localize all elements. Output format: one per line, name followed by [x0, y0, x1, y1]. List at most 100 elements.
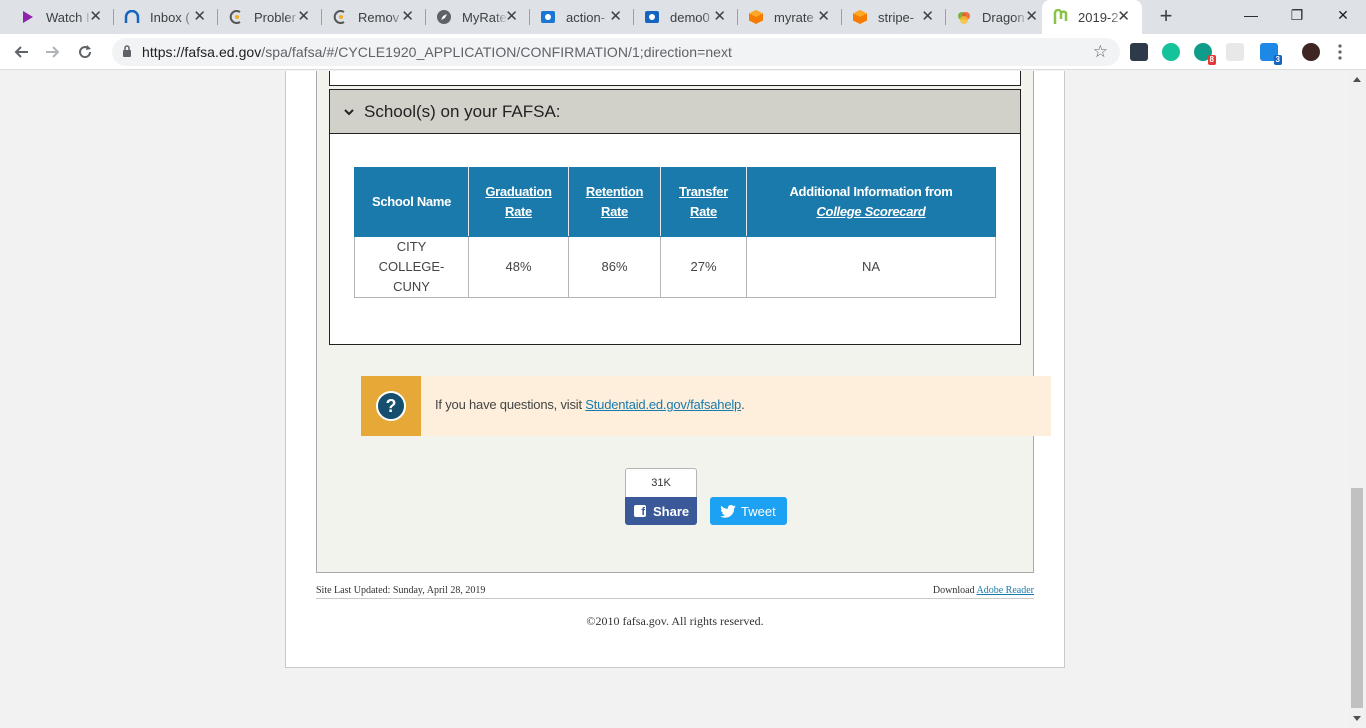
tweet-button[interactable]: Tweet — [710, 497, 787, 525]
close-window-button[interactable]: ✕ — [1320, 0, 1366, 30]
restore-button[interactable]: ❐ — [1274, 0, 1320, 30]
tab-title: action- — [566, 9, 612, 25]
tab-title: myrate — [774, 9, 820, 25]
extension-u-icon[interactable] — [1130, 43, 1148, 61]
box-icon — [852, 9, 868, 25]
tab-title: Inbox ( — [150, 9, 196, 25]
extension-badge: 8 — [1207, 55, 1216, 65]
facebook-icon: f — [634, 505, 646, 517]
close-icon[interactable]: ✕ — [609, 9, 622, 25]
bookmark-star-icon[interactable]: ☆ — [1093, 43, 1108, 61]
close-icon[interactable]: ✕ — [505, 9, 518, 25]
college-scorecard-link[interactable]: College Scorecard — [816, 204, 925, 219]
reload-button[interactable] — [74, 41, 96, 63]
tweet-label: Tweet — [741, 503, 776, 519]
retention-rate-link[interactable]: Retention Rate — [585, 182, 645, 222]
browser-tab[interactable]: Remov ✕ — [322, 0, 426, 34]
col-graduation-rate: Graduation Rate — [468, 167, 569, 237]
close-icon[interactable]: ✕ — [401, 9, 414, 25]
forward-button[interactable] — [42, 41, 64, 63]
download-prefix: Download — [932, 585, 977, 596]
question-icon: ? — [376, 391, 406, 421]
fafsahelp-link[interactable]: Studentaid.ed.gov/fafsahelp — [585, 397, 741, 412]
close-icon[interactable]: ✕ — [921, 9, 934, 25]
close-icon[interactable]: ✕ — [713, 9, 726, 25]
extension-blank-icon[interactable] — [1226, 43, 1244, 61]
graduation-rate-cell: 48% — [468, 236, 569, 298]
scroll-up-arrow-icon[interactable] — [1353, 77, 1361, 82]
grammarly-icon[interactable] — [1162, 43, 1180, 61]
schools-section-header[interactable]: School(s) on your FAFSA: — [329, 89, 1021, 134]
browser-tab[interactable]: MyRate ✕ — [426, 0, 530, 34]
tab-title: demo0 — [670, 9, 716, 25]
chevron-down-icon — [344, 108, 354, 115]
previous-section — [329, 71, 1021, 86]
browser-tab[interactable]: myrate ✕ — [738, 0, 842, 34]
schools-section-body: School Name Graduation Rate Retention Ra… — [329, 134, 1021, 345]
problem-icon — [228, 9, 244, 25]
url-text: https://fafsa.ed.gov/spa/fafsa/#/CYCLE19… — [142, 44, 732, 60]
tab-title: Dragon — [982, 9, 1028, 25]
additional-info-label: Additional Information from — [789, 184, 953, 199]
browser-tab[interactable]: Probler ✕ — [218, 0, 322, 34]
close-icon[interactable]: ✕ — [193, 9, 206, 25]
compass-icon — [436, 9, 452, 25]
page-scrollbar[interactable] — [1349, 71, 1366, 728]
minimize-button[interactable]: — — [1228, 0, 1274, 30]
extension-a-icon[interactable]: 8 — [1194, 43, 1216, 65]
site-last-updated: Site Last Updated: Sunday, April 28, 201… — [316, 585, 486, 596]
tab-title: Watch I — [46, 9, 92, 25]
scrollbar-thumb[interactable] — [1351, 488, 1363, 708]
menu-kebab-icon[interactable] — [1338, 43, 1342, 61]
profile-avatar[interactable] — [1302, 43, 1320, 61]
dragon-icon — [956, 9, 972, 25]
browser-tab[interactable]: Dragon ✕ — [946, 0, 1050, 34]
browser-tab[interactable]: demo0 ✕ — [634, 0, 738, 34]
lock-icon — [123, 45, 131, 57]
content-panel: School(s) on your FAFSA: School Name Gra… — [316, 71, 1051, 573]
close-icon[interactable]: ✕ — [297, 9, 310, 25]
browser-tab[interactable]: Watch I ✕ — [10, 0, 114, 34]
browser-tab[interactable]: Inbox ( ✕ — [114, 0, 218, 34]
tab-title: Probler — [254, 9, 300, 25]
browser-tab[interactable]: action- ✕ — [530, 0, 634, 34]
twitter-icon — [720, 504, 736, 518]
close-icon[interactable]: ✕ — [1117, 9, 1130, 25]
arrow-right-icon — [46, 46, 60, 58]
schools-table: School Name Graduation Rate Retention Ra… — [354, 167, 996, 298]
extension-badge: 3 — [1273, 55, 1282, 65]
close-icon[interactable]: ✕ — [817, 9, 830, 25]
extension-s-icon[interactable]: 3 — [1260, 43, 1282, 65]
play-icon — [20, 9, 36, 25]
close-icon[interactable]: ✕ — [89, 9, 102, 25]
adobe-reader-link[interactable]: Adobe Reader — [977, 585, 1034, 596]
back-button[interactable] — [10, 41, 32, 63]
share-label: Share — [653, 503, 690, 519]
help-icon-box: ? — [361, 376, 421, 436]
browser-tab-active[interactable]: 2019-2 ✕ — [1042, 0, 1142, 34]
download-adobe: Download Adobe Reader — [933, 585, 1034, 596]
close-icon[interactable]: ✕ — [1025, 9, 1038, 25]
section-title: School(s) on your FAFSA: — [364, 101, 561, 121]
footer-divider — [316, 598, 1034, 599]
col-school-name: School Name — [354, 167, 469, 237]
demo-icon — [644, 9, 660, 25]
retention-rate-cell: 86% — [568, 236, 661, 298]
transfer-rate-link[interactable]: Transfer Rate — [677, 182, 731, 222]
help-banner: ? If you have questions, visit Studentai… — [361, 376, 1051, 436]
facebook-share-button[interactable]: f Share — [625, 497, 697, 525]
additional-info-cell: NA — [746, 236, 996, 298]
url-path: /spa/fafsa/#/CYCLE1920_APPLICATION/CONFI… — [261, 44, 732, 60]
graduation-rate-link[interactable]: Graduation Rate — [484, 182, 554, 222]
col-retention-rate: Retention Rate — [568, 167, 661, 237]
page-container: School(s) on your FAFSA: School Name Gra… — [285, 71, 1065, 668]
tab-title: MyRate — [462, 9, 508, 25]
arrow-left-icon — [14, 46, 28, 58]
tab-title: Remov — [358, 9, 404, 25]
browser-tab[interactable]: stripe- ✕ — [842, 0, 946, 34]
scroll-down-arrow-icon[interactable] — [1353, 716, 1361, 721]
new-tab-button[interactable]: + — [1155, 5, 1177, 28]
table-row: CITY COLLEGE-CUNY 48% 86% 27% NA — [354, 236, 996, 298]
reload-icon — [79, 45, 92, 59]
address-bar[interactable]: https://fafsa.ed.gov/spa/fafsa/#/CYCLE19… — [112, 38, 1120, 66]
